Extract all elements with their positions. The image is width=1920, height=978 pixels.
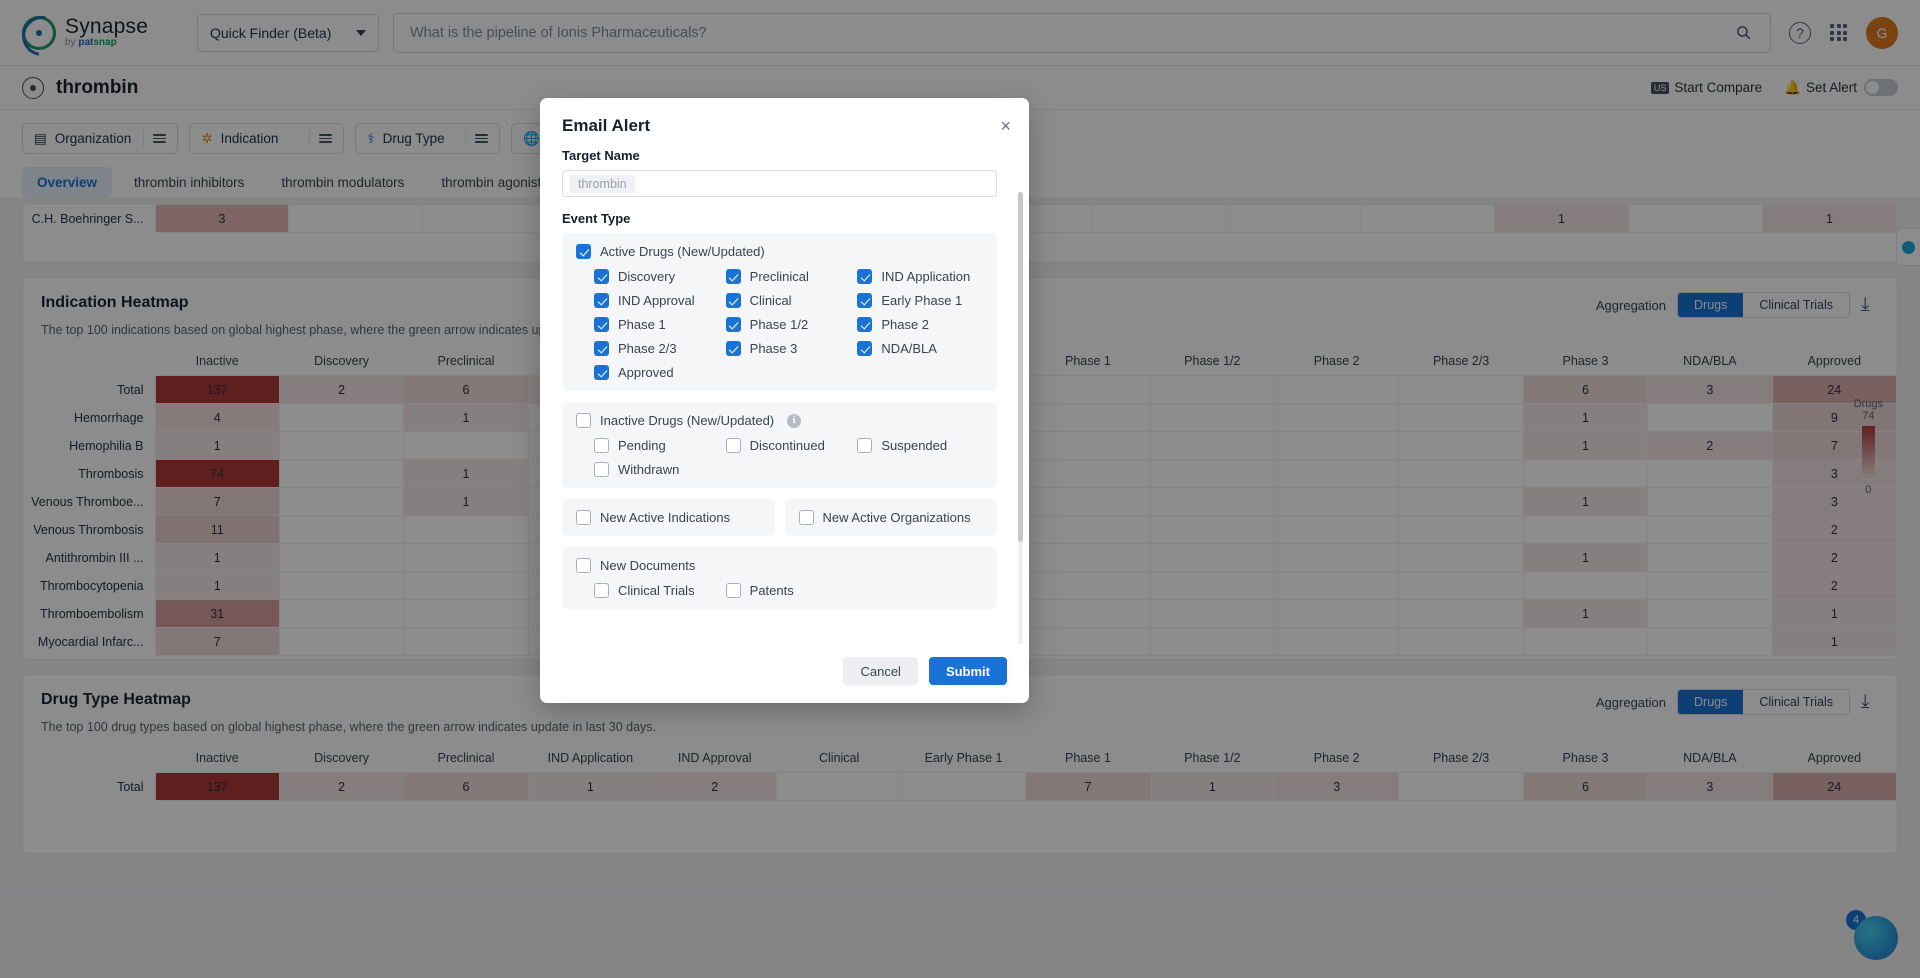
- new-documents-checkbox-0[interactable]: [594, 583, 609, 598]
- active-drugs-checkbox-7[interactable]: [725, 317, 741, 332]
- target-name-input[interactable]: thrombin: [562, 170, 997, 197]
- modal-scroll-area: Target Name thrombin Event Type Active D…: [562, 148, 1007, 644]
- new-documents-option-row[interactable]: Patents: [725, 583, 852, 598]
- new-documents-checkbox[interactable]: [576, 558, 591, 573]
- close-icon[interactable]: ×: [1000, 117, 1011, 135]
- inactive-drugs-checkbox-2[interactable]: [857, 438, 873, 453]
- active-drugs-checkbox-1[interactable]: [725, 269, 741, 284]
- active-drugs-option-row[interactable]: IND Approval: [594, 293, 720, 308]
- active-drugs-option-row[interactable]: Phase 1/2: [725, 317, 852, 332]
- info-icon[interactable]: i: [787, 413, 802, 428]
- inactive-drugs-checkbox-0[interactable]: [594, 438, 609, 453]
- new-active-organizations-panel[interactable]: New Active Organizations: [784, 499, 997, 536]
- new-active-organizations-label: New Active Organizations: [822, 510, 971, 525]
- new-active-indications-checkbox[interactable]: [576, 510, 591, 525]
- active-drugs-label-10: Phase 3: [749, 341, 798, 356]
- target-name-label: Target Name: [562, 148, 640, 163]
- inactive-drugs-label-3: Withdrawn: [618, 462, 680, 477]
- active-drugs-checkbox-10[interactable]: [725, 341, 741, 356]
- new-documents-parent-row[interactable]: New Documents: [576, 558, 983, 573]
- active-drugs-option-row[interactable]: Approved: [594, 365, 720, 380]
- active-drugs-checkbox[interactable]: [576, 244, 591, 259]
- active-drugs-option-row[interactable]: Early Phase 1: [857, 293, 983, 308]
- active-drugs-label-0: Discovery: [618, 269, 676, 284]
- active-drugs-checkbox-6[interactable]: [594, 317, 609, 332]
- active-drugs-checkbox-11[interactable]: [857, 341, 873, 356]
- active-drugs-label-3: IND Approval: [618, 293, 695, 308]
- active-drugs-option-row[interactable]: IND Application: [857, 269, 983, 284]
- active-drugs-label-12: Approved: [618, 365, 674, 380]
- active-drugs-label-6: Phase 1: [618, 317, 666, 332]
- scrollbar-thumb[interactable]: [1018, 192, 1023, 542]
- inactive-drugs-label-2: Suspended: [881, 438, 948, 453]
- active-drugs-label-8: Phase 2: [881, 317, 930, 332]
- inactive-drugs-checkbox[interactable]: [576, 413, 591, 428]
- inactive-drugs-option-row[interactable]: Discontinued: [725, 438, 852, 453]
- target-name-tag: thrombin: [570, 174, 635, 193]
- active-drugs-checkbox-5[interactable]: [857, 293, 873, 308]
- active-drugs-option-row[interactable]: Preclinical: [725, 269, 852, 284]
- active-drugs-label-2: IND Application: [881, 269, 971, 284]
- active-drugs-parent-row[interactable]: Active Drugs (New/Updated): [576, 244, 983, 259]
- new-documents-label: New Documents: [600, 558, 696, 573]
- inactive-drugs-parent-row[interactable]: Inactive Drugs (New/Updated) i: [576, 413, 983, 428]
- event-type-label: Event Type: [562, 211, 631, 226]
- new-documents-label-0: Clinical Trials: [618, 583, 695, 598]
- inactive-drugs-checkbox-1[interactable]: [725, 438, 741, 453]
- new-active-organizations-checkbox[interactable]: [798, 510, 814, 525]
- active-drugs-group: Active Drugs (New/Updated) Discovery Prec…: [562, 233, 997, 391]
- active-drugs-label: Active Drugs (New/Updated): [600, 244, 765, 259]
- active-drugs-option-row[interactable]: Clinical: [725, 293, 852, 308]
- active-drugs-checkbox-8[interactable]: [857, 317, 873, 332]
- modal-body: Target Name thrombin Event Type Active D…: [540, 136, 1029, 644]
- new-documents-option-row[interactable]: Clinical Trials: [594, 583, 720, 598]
- active-drugs-checkbox-0[interactable]: [594, 269, 609, 284]
- active-drugs-option-row[interactable]: Phase 2: [857, 317, 983, 332]
- active-drugs-label-5: Early Phase 1: [881, 293, 963, 308]
- active-drugs-label-1: Preclinical: [749, 269, 809, 284]
- active-drugs-checkbox-4[interactable]: [725, 293, 741, 308]
- new-documents-group: New Documents Clinical Trials Patents: [562, 547, 997, 609]
- inactive-drugs-label-0: Pending: [618, 438, 666, 453]
- inactive-drugs-group: Inactive Drugs (New/Updated) i Pending Di…: [562, 402, 997, 488]
- new-documents-checkbox-1[interactable]: [725, 583, 741, 598]
- modal-header: Email Alert ×: [540, 98, 1029, 136]
- inactive-drugs-option-row[interactable]: Withdrawn: [594, 462, 720, 477]
- active-drugs-option-row[interactable]: NDA/BLA: [857, 341, 983, 356]
- inactive-drugs-label-1: Discontinued: [749, 438, 825, 453]
- submit-button[interactable]: Submit: [928, 657, 1007, 685]
- active-drugs-checkbox-3[interactable]: [594, 293, 609, 308]
- active-drugs-label-4: Clinical: [749, 293, 792, 308]
- cancel-button[interactable]: Cancel: [843, 657, 918, 685]
- active-drugs-option-row[interactable]: Discovery: [594, 269, 720, 284]
- active-drugs-checkbox-12[interactable]: [594, 365, 609, 380]
- new-active-indications-panel[interactable]: New Active Indications: [562, 499, 775, 536]
- modal-footer: Cancel Submit: [540, 644, 1029, 703]
- active-drugs-option-row[interactable]: Phase 2/3: [594, 341, 720, 356]
- inactive-drugs-option-row[interactable]: Pending: [594, 438, 720, 453]
- active-drugs-label-11: NDA/BLA: [881, 341, 937, 356]
- active-drugs-option-row[interactable]: Phase 3: [725, 341, 852, 356]
- app-root: Synapse by patsnap Quick Finder (Beta) ?: [0, 0, 1920, 978]
- active-drugs-label-9: Phase 2/3: [618, 341, 677, 356]
- inactive-drugs-option-row[interactable]: Suspended: [857, 438, 983, 453]
- active-drugs-option-row[interactable]: Phase 1: [594, 317, 720, 332]
- active-drugs-checkbox-9[interactable]: [594, 341, 609, 356]
- active-drugs-label-7: Phase 1/2: [749, 317, 809, 332]
- active-drugs-checkbox-2[interactable]: [857, 269, 873, 284]
- inactive-drugs-checkbox-3[interactable]: [594, 462, 609, 477]
- modal-title: Email Alert: [562, 116, 651, 135]
- inactive-drugs-label: Inactive Drugs (New/Updated): [600, 413, 775, 428]
- modal-scrollbar[interactable]: [1018, 192, 1023, 644]
- new-active-row: New Active Indications New Active Organi…: [562, 499, 997, 536]
- new-documents-label-1: Patents: [749, 583, 794, 598]
- email-alert-modal: Email Alert × Target Name thrombin Event…: [540, 98, 1029, 703]
- new-active-indications-label: New Active Indications: [600, 510, 731, 525]
